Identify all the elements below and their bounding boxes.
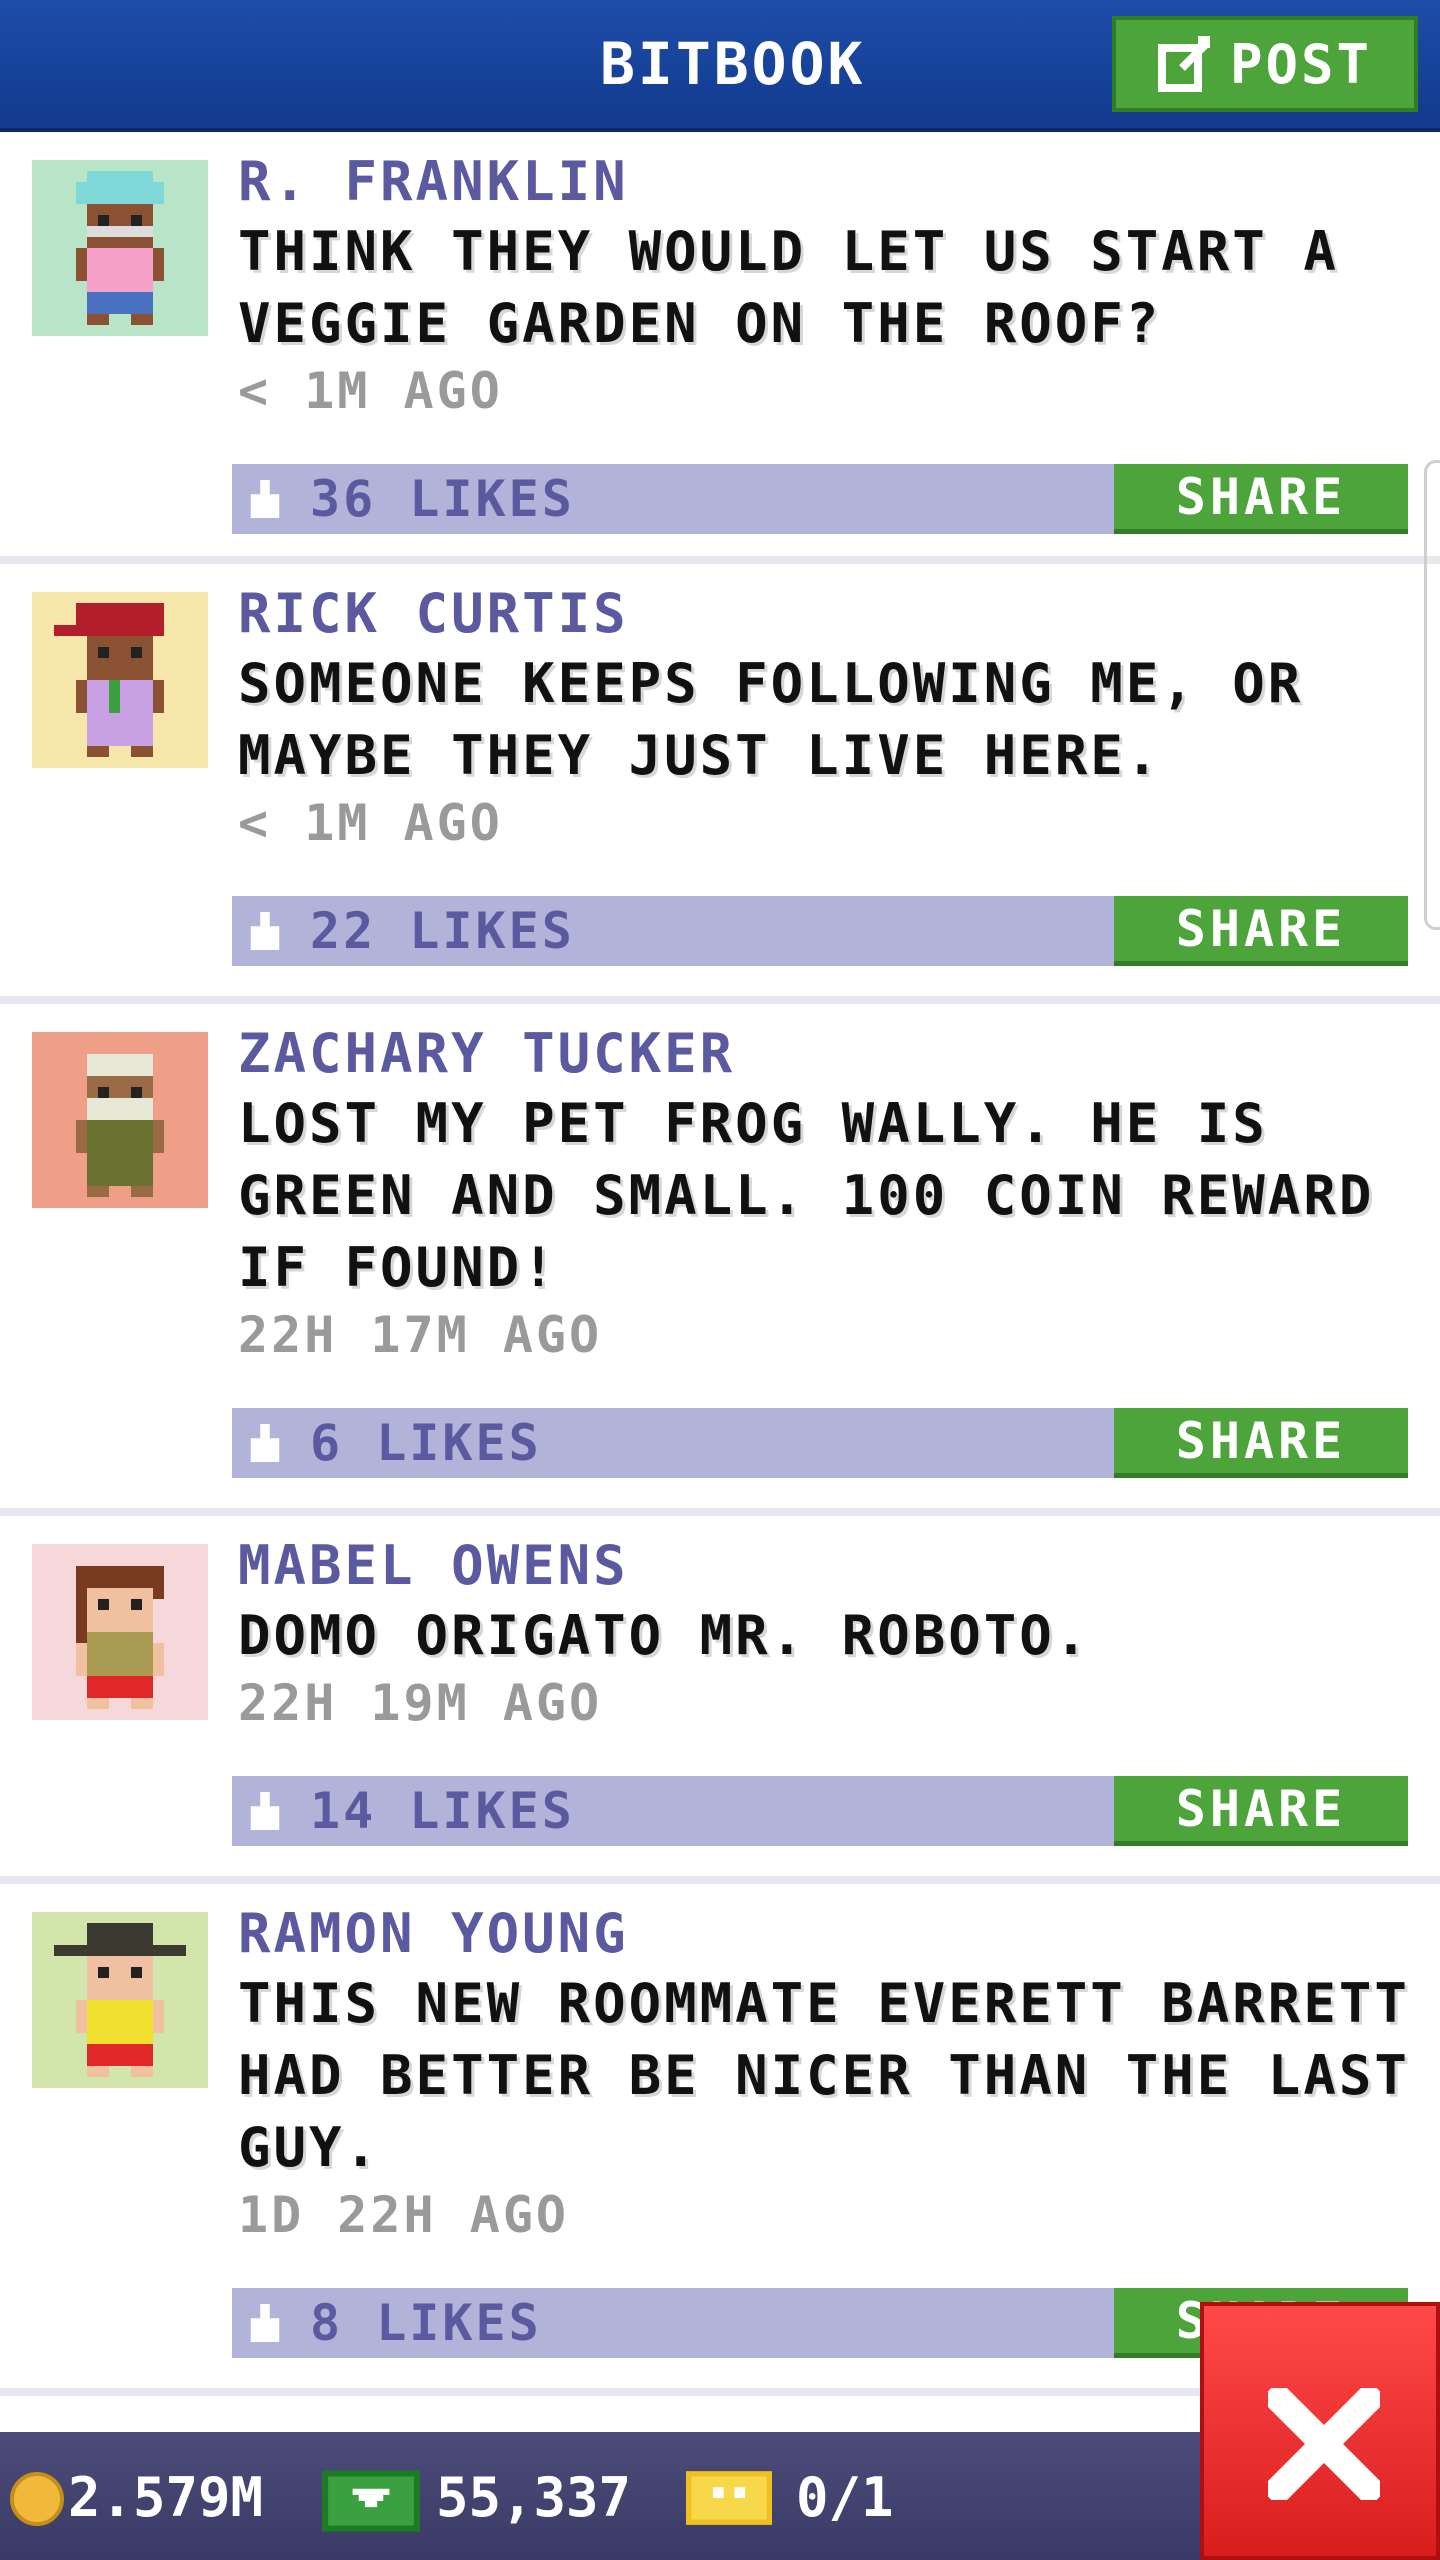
bux-value: 55,337 (436, 2466, 632, 2529)
post-time: 22H 19M AGO (238, 1674, 603, 1732)
ticket-icon (686, 2471, 772, 2525)
like-bar[interactable]: 6 LIKES SHARE (232, 1408, 1408, 1478)
thumbs-up-icon (250, 1424, 280, 1462)
thumbs-up-icon (250, 2304, 280, 2342)
share-button[interactable]: SHARE (1114, 1408, 1408, 1478)
post-author[interactable]: RAMON YOUNG (238, 1902, 629, 1965)
post-text: DOMO ORIGATO MR. ROBOTO. (238, 1604, 1091, 1667)
post-time: < 1M AGO (238, 362, 503, 420)
close-button[interactable] (1200, 2302, 1440, 2560)
feed-post: MABEL OWENS DOMO ORIGATO MR. ROBOTO. 22H… (0, 1516, 1440, 1884)
scroll-indicator (1424, 460, 1440, 930)
share-button[interactable]: SHARE (1114, 896, 1408, 966)
top-bar: BITBOOK POST (0, 0, 1440, 132)
avatar-owens (32, 1544, 208, 1720)
post-author[interactable]: RICK CURTIS (238, 582, 629, 645)
like-bar[interactable]: 36 LIKES SHARE (232, 464, 1408, 534)
like-count: 22 LIKES (310, 902, 575, 960)
like-bar[interactable]: 22 LIKES SHARE (232, 896, 1408, 966)
avatar-tucker (32, 1032, 208, 1208)
coins-value: 2.579M (68, 2466, 264, 2529)
thumbs-up-icon (250, 1792, 280, 1830)
post-author[interactable]: MABEL OWENS (238, 1534, 629, 1597)
like-count: 6 LIKES (310, 1414, 542, 1472)
thumbs-up-icon (250, 912, 280, 950)
feed-post: RICK CURTIS SOMEONE KEEPS FOLLOWING ME, … (0, 564, 1440, 1004)
like-bar[interactable]: 14 LIKES SHARE (232, 1776, 1408, 1846)
post-time: < 1M AGO (238, 794, 503, 852)
feed-list[interactable]: R. FRANKLIN THINK THEY WOULD LET US STAR… (0, 132, 1440, 2396)
feed-post: ZACHARY TUCKER LOST MY PET FROG WALLY. H… (0, 1004, 1440, 1516)
post-text: LOST MY PET FROG WALLY. HE IS GREEN AND … (238, 1092, 1375, 1299)
post-time: 22H 17M AGO (238, 1306, 603, 1364)
like-count: 8 LIKES (310, 2294, 542, 2352)
compose-icon (1157, 36, 1210, 92)
like-count: 14 LIKES (310, 1782, 575, 1840)
avatar-young (32, 1912, 208, 2088)
avatar[interactable] (32, 1912, 208, 2088)
post-button[interactable]: POST (1112, 16, 1418, 112)
app-title: BITBOOK (600, 30, 866, 98)
avatar[interactable] (32, 1032, 208, 1208)
post-author[interactable]: ZACHARY TUCKER (238, 1022, 735, 1085)
avatar[interactable] (32, 592, 208, 768)
feed-post: R. FRANKLIN THINK THEY WOULD LET US STAR… (0, 132, 1440, 564)
avatar-curtis (32, 592, 208, 768)
post-text: THINK THEY WOULD LET US START A VEGGIE G… (238, 220, 1339, 355)
avatar[interactable] (32, 160, 208, 336)
post-time: 1D 22H AGO (238, 2186, 570, 2244)
post-text: THIS NEW ROOMMATE EVERETT BARRETT HAD BE… (238, 1972, 1410, 2179)
post-button-label: POST (1229, 32, 1373, 96)
like-count: 36 LIKES (310, 470, 575, 528)
post-text: SOMEONE KEEPS FOLLOWING ME, OR MAYBE THE… (238, 652, 1304, 787)
tickets-value: 0/1 (796, 2466, 894, 2529)
avatar-franklin (32, 160, 208, 336)
share-button[interactable]: SHARE (1114, 464, 1408, 534)
bux-icon (322, 2470, 420, 2532)
close-icon (1268, 2388, 1380, 2500)
post-author[interactable]: R. FRANKLIN (238, 150, 629, 213)
avatar[interactable] (32, 1544, 208, 1720)
thumbs-up-icon (250, 480, 280, 518)
share-button[interactable]: SHARE (1114, 1776, 1408, 1846)
coin-icon (10, 2472, 64, 2526)
